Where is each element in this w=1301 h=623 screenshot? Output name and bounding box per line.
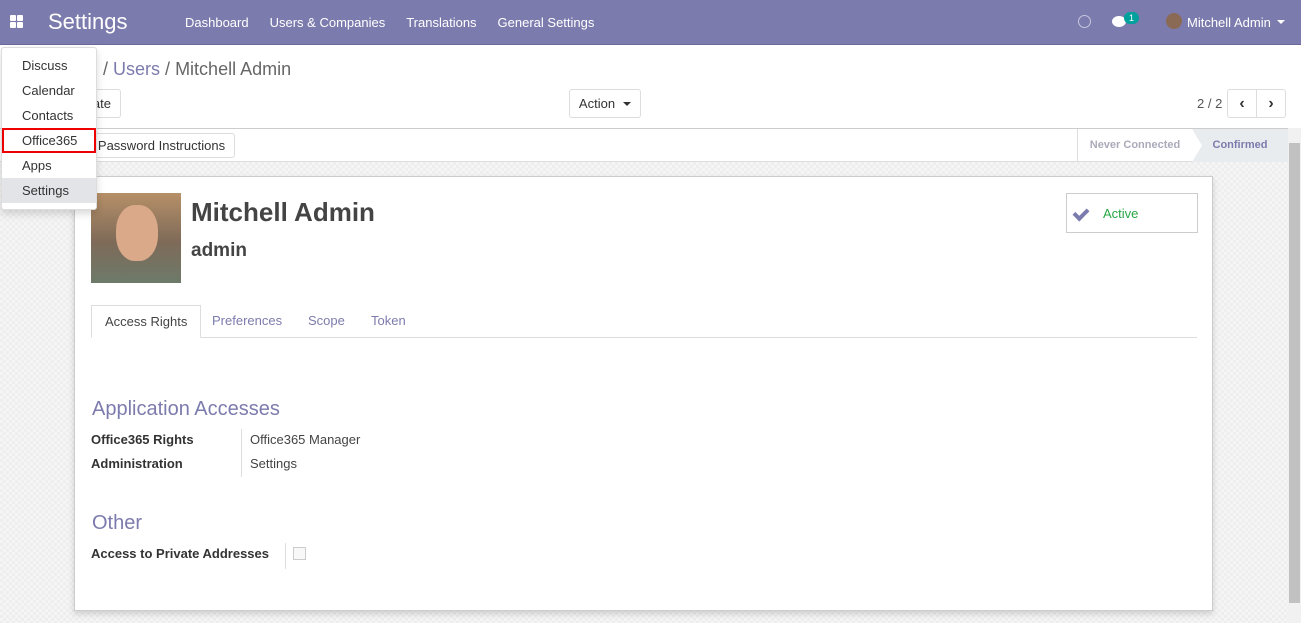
tab-access-rights[interactable]: Access Rights (91, 305, 202, 338)
activity-clock-icon[interactable] (1078, 15, 1091, 28)
action-dropdown[interactable]: Action (569, 89, 641, 118)
field-administration[interactable]: Settings (250, 456, 297, 471)
check-icon (1072, 204, 1090, 222)
message-count-badge: 1 (1124, 12, 1140, 24)
divider (285, 543, 286, 569)
field-label-administration: Administration (91, 456, 183, 471)
tab-preferences[interactable]: Preferences (199, 305, 295, 338)
section-other: Other (92, 512, 143, 534)
caret-down-icon[interactable] (1277, 20, 1285, 28)
form-sheet: Mitchell Admin admin Active Access Right… (74, 176, 1213, 611)
user-photo[interactable] (91, 193, 181, 283)
app-item-settings[interactable]: Settings (2, 178, 96, 203)
tab-token[interactable]: Token (358, 305, 419, 338)
menu-general-settings[interactable]: General Settings (498, 15, 595, 30)
user-name[interactable]: Mitchell Admin (191, 197, 375, 228)
field-label-office365-rights: Office365 Rights (91, 432, 194, 447)
menu-users-companies[interactable]: Users & Companies (270, 15, 386, 30)
breadcrumb: d / Users / Mitchell Admin (88, 59, 291, 80)
app-title: Settings (48, 9, 128, 34)
stage-confirmed: Confirmed (1192, 129, 1288, 162)
scrollbar[interactable] (1288, 128, 1301, 623)
send-password-instructions-button[interactable]: Password Instructions (88, 133, 235, 158)
app-item-contacts[interactable]: Contacts (2, 103, 96, 128)
divider (241, 429, 242, 477)
pager-previous-button[interactable]: ‹ (1227, 89, 1257, 118)
top-navbar: Settings Dashboard Users & Companies Tra… (0, 0, 1301, 45)
stage-never-connected: Never Connected (1077, 129, 1192, 162)
user-menu[interactable]: Mitchell Admin (1187, 15, 1271, 30)
field-label-private-addresses: Access to Private Addresses (91, 546, 270, 561)
app-item-apps[interactable]: Apps (2, 153, 96, 178)
tab-scope[interactable]: Scope (295, 305, 358, 338)
user-avatar[interactable] (1166, 13, 1182, 29)
private-addresses-checkbox[interactable] (293, 547, 306, 560)
app-item-office365[interactable]: Office365 (2, 128, 96, 153)
pager-value: 2 / 2 (1197, 96, 1223, 111)
active-label: Active (1103, 205, 1139, 221)
field-office365-rights[interactable]: Office365 Manager (250, 432, 360, 447)
user-login[interactable]: admin (191, 240, 247, 262)
pager-next-button[interactable]: › (1256, 89, 1286, 118)
app-item-calendar[interactable]: Calendar (2, 78, 96, 103)
caret-down-icon (623, 101, 632, 110)
menu-translations[interactable]: Translations (406, 15, 476, 30)
statusbar: Password Instructions Never Connected Co… (0, 128, 1288, 162)
menu-dashboard[interactable]: Dashboard (185, 15, 249, 30)
apps-dropdown: Discuss Calendar Contacts Office365 Apps… (1, 47, 97, 210)
scrollbar-thumb[interactable] (1289, 143, 1300, 603)
section-application-accesses: Application Accesses (92, 398, 280, 420)
active-toggle-button[interactable]: Active (1066, 193, 1198, 233)
action-label: Action (578, 96, 616, 111)
notebook-tabs: Access Rights Preferences Scope Token (91, 305, 1197, 338)
breadcrumb-users[interactable]: Users (113, 59, 160, 79)
breadcrumb-current: Mitchell Admin (175, 59, 292, 79)
app-item-discuss[interactable]: Discuss (2, 53, 96, 78)
apps-menu-icon[interactable] (10, 15, 23, 28)
